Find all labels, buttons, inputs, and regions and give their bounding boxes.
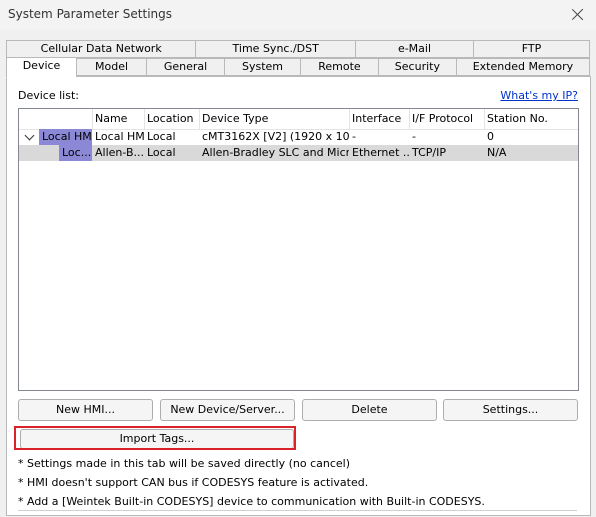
cell-station-no: 0: [487, 130, 494, 143]
chevron-down-icon[interactable]: [24, 130, 35, 141]
settings-button[interactable]: Settings...: [443, 399, 578, 421]
column-header-station-no[interactable]: Station No.: [484, 109, 578, 129]
cell-if-protocol: TCP/IP: [412, 146, 446, 159]
column-header-tree[interactable]: [19, 109, 93, 129]
close-icon[interactable]: [568, 5, 588, 25]
cell-if-protocol: -: [412, 130, 416, 143]
tab-row-2: Device Model General System Remote Secur…: [6, 57, 591, 78]
tree-node-local-hmi[interactable]: Local HMI: [39, 129, 92, 145]
new-hmi-button[interactable]: New HMI...: [18, 399, 153, 421]
cell-name: Allen-B...: [95, 146, 144, 159]
tree-node-device[interactable]: Loc...: [59, 145, 92, 161]
highlight-callout: [14, 426, 296, 450]
delete-button[interactable]: Delete: [302, 399, 437, 421]
note-can-bus: * HMI doesn't support CAN bus if CODESYS…: [18, 476, 369, 489]
column-header-device-type[interactable]: Device Type: [199, 109, 350, 129]
column-header-interface[interactable]: Interface: [349, 109, 410, 129]
tab-remote[interactable]: Remote: [299, 58, 378, 76]
tab-email[interactable]: e-Mail: [355, 40, 473, 58]
tab-row-1: Cellular Data Network Time Sync./DST e-M…: [6, 40, 590, 58]
tab-extended-memory[interactable]: Extended Memory: [455, 58, 591, 76]
cell-interface: -: [352, 130, 356, 143]
cell-device-type: cMT3162X [V2] (1920 x 1080): [202, 130, 349, 143]
whats-my-ip-link[interactable]: What's my IP?: [500, 89, 578, 102]
new-device-server-button[interactable]: New Device/Server...: [160, 399, 295, 421]
note-no-cancel: * Settings made in this tab will be save…: [18, 457, 350, 470]
window-title: System Parameter Settings: [8, 7, 173, 21]
divider: [18, 510, 577, 511]
title-bar: System Parameter Settings: [0, 0, 596, 30]
cell-location: Local: [147, 130, 176, 143]
column-header-if-protocol[interactable]: I/F Protocol: [409, 109, 485, 129]
column-header-location[interactable]: Location: [144, 109, 200, 129]
tab-system[interactable]: System: [224, 58, 300, 76]
tab-cellular-data-network[interactable]: Cellular Data Network: [6, 40, 196, 58]
tab-device[interactable]: Device: [6, 57, 77, 78]
device-list-label: Device list:: [18, 89, 79, 102]
cell-station-no: N/A: [487, 146, 507, 159]
cell-location: Local: [147, 146, 176, 159]
device-list[interactable]: Name Location Device Type Interface I/F …: [18, 108, 579, 391]
tab-model[interactable]: Model: [76, 58, 147, 76]
tab-general[interactable]: General: [146, 58, 225, 76]
cell-name: Local HMI: [95, 130, 144, 143]
note-codesys: * Add a [Weintek Built-in CODESYS] devic…: [18, 495, 485, 508]
tab-time-sync-dst[interactable]: Time Sync./DST: [195, 40, 355, 58]
column-header-name[interactable]: Name: [92, 109, 145, 129]
cell-interface: Ethernet ...: [352, 146, 409, 159]
cell-device-type: Allen-Bradley SLC and Micro...: [202, 146, 349, 159]
tab-security[interactable]: Security: [377, 58, 456, 76]
tab-ftp[interactable]: FTP: [472, 40, 590, 58]
